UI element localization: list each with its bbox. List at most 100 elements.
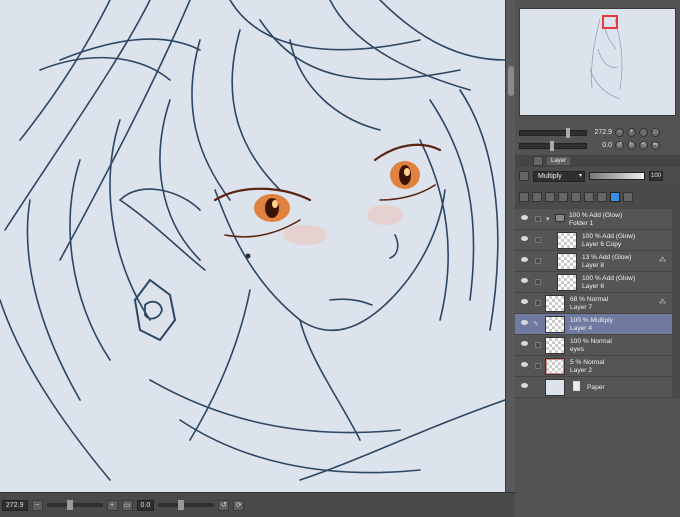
- layer-select-checkbox[interactable]: [535, 216, 541, 222]
- layer-row-eyes[interactable]: 100 % Normal eyes: [515, 335, 672, 356]
- visibility-eye-icon[interactable]: [521, 383, 528, 388]
- visibility-eye-icon[interactable]: [521, 215, 528, 220]
- navigator-view-frame[interactable]: [602, 15, 618, 29]
- opacity-slider[interactable]: [589, 172, 645, 180]
- canvas-status-bar: 272.9 − + ▭ 0.0 ↺ ⟳: [0, 492, 515, 517]
- layer-list: ▾ 100 % Add (Glow) Folder 1 100 % Add (G…: [515, 209, 672, 398]
- zoom-in-button[interactable]: +: [106, 499, 118, 511]
- folder-expand-icon[interactable]: ▾: [546, 215, 550, 223]
- layer-row-layer-6-copy[interactable]: 100 % Add (Glow) Layer 6 Copy: [515, 230, 672, 251]
- layer-name: Layer 7: [570, 304, 592, 311]
- layer-select-checkbox[interactable]: [535, 363, 541, 369]
- navigator-controls: 272.9 − + · □ 0.0 ↺ ↻ ⟲ ⇋: [515, 124, 680, 154]
- ruler-icon[interactable]: [584, 192, 594, 202]
- layer-select-checkbox[interactable]: [535, 300, 541, 306]
- palette-icon[interactable]: [597, 192, 607, 202]
- drawing-canvas[interactable]: [0, 0, 505, 492]
- visibility-eye-icon[interactable]: [521, 362, 528, 367]
- scrollbar-thumb[interactable]: [508, 66, 514, 96]
- zoom-field[interactable]: 272.9: [2, 499, 28, 511]
- mask-icon[interactable]: [571, 192, 581, 202]
- lock-icon[interactable]: [545, 192, 555, 202]
- panel-menu-icon[interactable]: [533, 156, 543, 166]
- rotate-reset-icon[interactable]: ⟲: [639, 141, 648, 150]
- rotation-slider[interactable]: [158, 500, 215, 510]
- lineart-illustration: [0, 0, 505, 481]
- layer-blend-info: 13 % Add (Glow): [582, 254, 632, 261]
- zoom-in-icon[interactable]: +: [627, 128, 636, 137]
- visibility-eye-icon[interactable]: [521, 236, 528, 241]
- chevron-down-icon: ▾: [578, 172, 582, 179]
- layer-name: eyes: [570, 346, 584, 353]
- zoom-slider[interactable]: [46, 500, 103, 510]
- actual-size-icon[interactable]: ·: [639, 128, 648, 137]
- layer-blend-info: 100 % Multiply: [570, 317, 613, 324]
- tab-layer[interactable]: Layer: [547, 157, 571, 165]
- layer-thumbnail: [557, 232, 577, 249]
- blend-mode-value: Multiply: [538, 172, 562, 180]
- navigator-thumbnail: [589, 18, 623, 100]
- layer-list-scrollbar[interactable]: [672, 209, 680, 399]
- layer-effect-icon: ⁂: [659, 257, 666, 264]
- layer-row-folder-1[interactable]: ▾ 100 % Add (Glow) Folder 1: [515, 209, 672, 230]
- fit-icon[interactable]: □: [651, 128, 660, 137]
- layer-blend-info: 5 % Normal: [570, 359, 605, 366]
- layer-select-checkbox[interactable]: [535, 342, 541, 348]
- navigator-angle-value: 0.0: [602, 142, 612, 149]
- layer-row-layer-6[interactable]: 100 % Add (Glow) Layer 6: [515, 272, 672, 293]
- layer-row-layer-8[interactable]: 13 % Add (Glow) Layer 8 ⁂: [515, 251, 672, 272]
- layer-thumbnail: [545, 337, 565, 354]
- visibility-eye-icon[interactable]: [521, 320, 528, 325]
- layer-property-icon[interactable]: [519, 171, 529, 181]
- opacity-value[interactable]: 100: [649, 171, 663, 181]
- visibility-eye-icon[interactable]: [521, 278, 528, 283]
- visibility-eye-icon[interactable]: [521, 341, 528, 346]
- fit-view-button[interactable]: ▭: [121, 499, 133, 511]
- layer-toolbar: [515, 185, 680, 209]
- flip-icon[interactable]: ⇋: [651, 141, 660, 150]
- layer-select-checkbox[interactable]: [535, 279, 541, 285]
- layer-row-paper[interactable]: Paper: [515, 377, 672, 398]
- rotate-left-icon[interactable]: ↺: [615, 141, 624, 150]
- folder-icon: [555, 214, 565, 222]
- rotate-left-button[interactable]: ↺: [218, 499, 230, 511]
- layer-thumbnail: [545, 379, 565, 396]
- visibility-eye-icon[interactable]: [521, 299, 528, 304]
- layer-thumbnail: [557, 274, 577, 291]
- navigator-zoom-value: 272.9: [594, 129, 612, 136]
- layer-thumbnail: [545, 358, 565, 375]
- zoom-out-button[interactable]: −: [31, 499, 43, 511]
- layer-color-icon[interactable]: [623, 192, 633, 202]
- layer-blend-info: 100 % Add (Glow): [569, 212, 623, 219]
- layer-select-checkbox[interactable]: [535, 258, 541, 264]
- layer-name: Layer 8: [582, 262, 604, 269]
- layer-select-checkbox[interactable]: [535, 237, 541, 243]
- clip-icon[interactable]: [519, 192, 529, 202]
- layer-name: Layer 6: [582, 283, 604, 290]
- layer-panel-tabs: Layer: [515, 155, 680, 167]
- reference-icon[interactable]: [532, 192, 542, 202]
- layer-blend-info: 100 % Add (Glow): [582, 275, 636, 282]
- navigator-preview[interactable]: [519, 8, 676, 116]
- visibility-eye-icon[interactable]: [521, 257, 528, 262]
- layer-row-layer-7[interactable]: 68 % Normal Layer 7 ⁂: [515, 293, 672, 314]
- rotate-right-icon[interactable]: ↻: [627, 141, 636, 150]
- lock-transparency-icon[interactable]: [558, 192, 568, 202]
- layer-row-layer-2[interactable]: 5 % Normal Layer 2: [515, 356, 672, 377]
- layer-blend-info: 100 % Normal: [570, 338, 612, 345]
- layer-row-layer-4[interactable]: ✎ 100 % Multiply Layer 4: [515, 314, 672, 335]
- layer-thumbnail: [557, 253, 577, 270]
- layer-effect-icon: ⁂: [659, 299, 666, 306]
- layer-properties-bar: Multiply ▾ 100: [515, 167, 680, 185]
- navigator-rotation-slider[interactable]: [519, 140, 587, 151]
- blend-mode-select[interactable]: Multiply ▾: [533, 170, 585, 182]
- rotate-reset-button[interactable]: ⟳: [233, 499, 245, 511]
- zoom-out-icon[interactable]: −: [615, 128, 624, 137]
- canvas-vertical-scrollbar[interactable]: [505, 0, 515, 492]
- navigator-zoom-slider[interactable]: [519, 127, 587, 138]
- layer-name: Folder 1: [569, 220, 594, 227]
- angle-field[interactable]: 0.0: [136, 499, 155, 511]
- layer-name: Layer 2: [570, 367, 592, 374]
- pen-edit-icon: ✎: [533, 321, 539, 328]
- layer-color-swatch[interactable]: [610, 192, 620, 202]
